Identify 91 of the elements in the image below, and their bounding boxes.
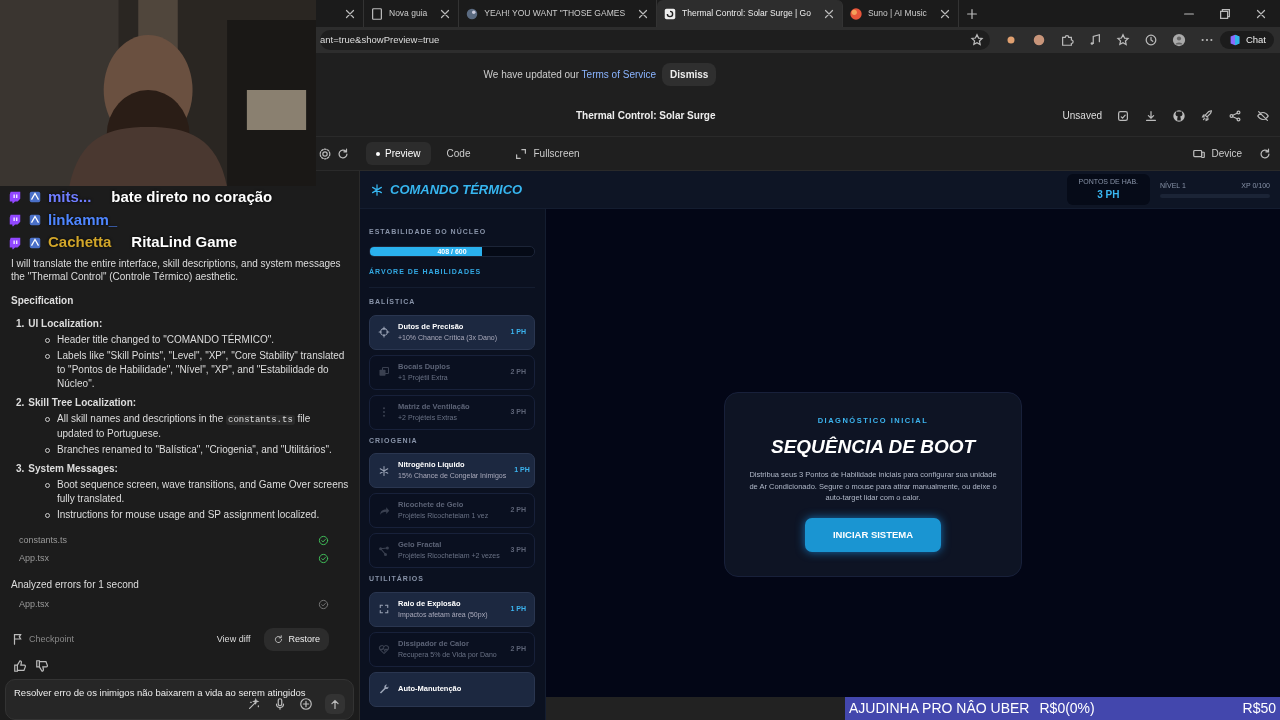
wrench-icon (378, 683, 390, 695)
download-icon[interactable] (1144, 108, 1158, 123)
puzzle-icon[interactable] (1059, 33, 1074, 47)
file-name[interactable]: App.tsx (19, 598, 49, 612)
restore-icon[interactable] (1218, 6, 1232, 21)
refresh-icon[interactable] (336, 146, 350, 161)
game-title: COMANDO TÉRMICO (390, 180, 523, 199)
message-input[interactable]: Resolver erro de os inimigos não baixarem a vida ao serem atingidos (5, 679, 354, 720)
notice-text: We have updated our Terms of Service (483, 67, 657, 82)
page-icon (370, 6, 384, 21)
favorites-icon[interactable] (1115, 33, 1130, 47)
restore-button[interactable]: Restore (264, 627, 329, 651)
checkpoint-label: Checkpoint (11, 632, 211, 647)
bullet-text: All skill names and descriptions in the constants.ts file updated to Portuguese. (57, 412, 312, 441)
badge-icon (28, 190, 42, 205)
extension-icon[interactable] (1031, 33, 1046, 47)
profile-icon[interactable] (1171, 33, 1186, 47)
list-heading: System Messages: (28, 462, 118, 476)
new-tab-icon[interactable] (964, 6, 979, 21)
twitch-icon (8, 213, 22, 227)
points-value: 3 PH (1096, 188, 1121, 203)
bullet-text: Branches renamed to "Balística", "Criogenia", and "Utilitários". (57, 443, 332, 457)
crosshair-icon (378, 326, 390, 338)
magic-icon[interactable] (247, 697, 261, 711)
message-text: I will translate the entire interface, skill descriptions, and system messages (11, 257, 342, 270)
address-field[interactable]: ant=true&showPreview=true (320, 32, 440, 48)
goal-amount: R$0(0%) (1039, 699, 1095, 718)
save-icon[interactable] (1116, 108, 1130, 123)
heart-pulse-icon (378, 643, 390, 655)
thumbs-up-icon[interactable] (13, 659, 27, 673)
fullscreen-button[interactable]: Fullscreen (504, 142, 590, 165)
list-number: 2. (16, 396, 25, 410)
bullet-text: Boot sequence screen, wave transitions, and Game Over screens fully translated. (57, 478, 349, 506)
eye-off-icon[interactable] (1256, 108, 1270, 123)
snowflake-icon (378, 464, 390, 477)
rocket-icon[interactable] (1200, 108, 1214, 123)
expand-icon (378, 603, 390, 615)
list-number: 1. (16, 317, 25, 331)
project-title: Thermal Control: Solar Surge (576, 109, 717, 123)
goal-target: R$50 (1242, 699, 1276, 718)
list-heading: Skill Tree Localization: (28, 396, 137, 410)
badge-icon (28, 213, 42, 227)
bullet-text: Labels like "Skill Points", "Level", "XP", "Core Stability" translated to "Pontos de Habilidade", "Nível", "XP", and "Estabilidade do Núcleo". (57, 349, 346, 391)
file-name[interactable]: App.tsx (19, 551, 49, 565)
github-icon[interactable] (1172, 108, 1186, 123)
copy-icon (378, 366, 390, 378)
bullet-text: Header title changed to "COMANDO TÉRMICO". (57, 333, 274, 347)
view-diff-button[interactable]: View diff (210, 631, 257, 647)
settings-icon[interactable] (318, 146, 332, 161)
chat-username: linkamm_ (48, 209, 118, 230)
snowflake-icon (370, 182, 384, 197)
terms-link[interactable]: Terms of Service (581, 68, 657, 80)
add-icon[interactable] (299, 697, 313, 711)
view-tab[interactable]: Code (436, 142, 481, 165)
list-number: 3. (16, 462, 25, 476)
rotate-icon[interactable] (1258, 146, 1272, 161)
favorite-icon[interactable] (969, 33, 984, 47)
goal-title: AJUDINHA PRO NÂO UBER (849, 699, 1030, 718)
chat-message: RitaLind Game (131, 232, 238, 253)
list-heading: UI Localization: (28, 317, 103, 331)
file-name[interactable]: constants.ts (19, 534, 68, 548)
save-status: Unsaved (1062, 109, 1102, 123)
chat-username: Cachetta (48, 232, 112, 253)
browser-tab[interactable]: Thermal Control: Solar Surge | Go (657, 0, 843, 27)
flag-icon (11, 632, 25, 647)
bullet-text: Instructions for mouse usage and SP assignment localized. (57, 508, 320, 522)
send-button[interactable] (325, 694, 345, 714)
share-icon[interactable] (1228, 108, 1242, 123)
orb-icon (848, 6, 863, 21)
microphone-icon[interactable] (273, 697, 287, 711)
chat-message: bate direto no coração (111, 187, 273, 208)
nodes-icon (378, 544, 390, 557)
view-tab[interactable]: Preview (366, 142, 431, 165)
badge-icon (28, 235, 42, 250)
restore-icon (273, 633, 285, 645)
dismiss-button[interactable]: Dismiss (662, 62, 717, 86)
device-button[interactable]: Device (1182, 142, 1252, 165)
twitch-icon (8, 190, 22, 205)
chat-username: mits... (48, 187, 92, 208)
app-icon (663, 6, 678, 21)
expand-icon (514, 146, 529, 161)
steam-icon (465, 6, 480, 21)
history-icon[interactable] (1143, 33, 1158, 47)
section-heading: Specification (11, 294, 75, 308)
message-text: the "Thermal Control" (Controle Térmico) aesthetic. (11, 270, 239, 283)
twitch-icon (8, 235, 22, 250)
chat-button[interactable]: Chat (1219, 30, 1274, 50)
arrow-up-icon (328, 697, 342, 711)
status-text: Analyzed errors for 1 second (11, 578, 140, 592)
thumbs-down-icon[interactable] (35, 659, 49, 673)
dialog-title: SEQUÊNCIA DE BOOT (769, 434, 978, 459)
